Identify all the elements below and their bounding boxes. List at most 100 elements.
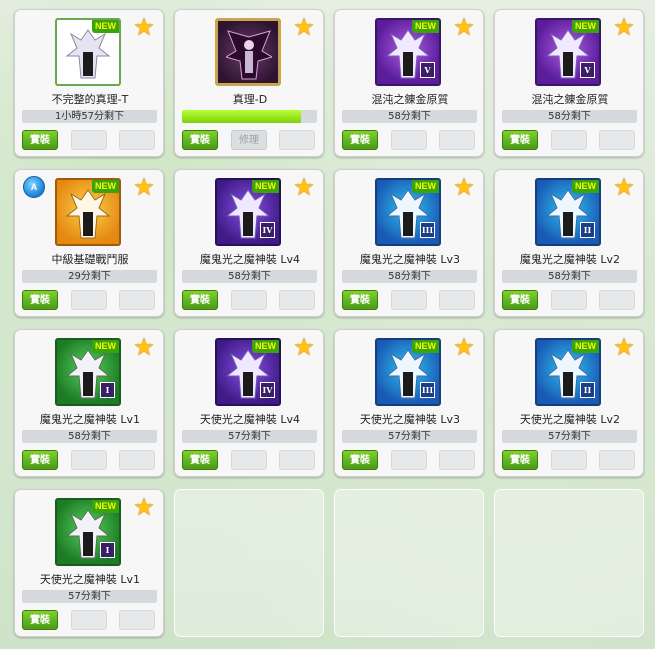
costume-figure-icon (65, 29, 111, 79)
item-card[interactable]: NEW IV ★ 天使光之魔神裝 Lv4 57分剩下 實裝 (174, 329, 324, 477)
item-card[interactable]: NEW I ★ 魔鬼光之魔神裝 Lv1 58分剩下 實裝 (14, 329, 164, 477)
grade-badge: III (420, 222, 435, 238)
item-name: 魔鬼光之魔神裝 Lv2 (519, 253, 621, 266)
star-icon[interactable]: ★ (612, 15, 636, 39)
grade-badge: V (580, 62, 595, 78)
equip-button[interactable]: 實裝 (182, 290, 218, 310)
new-badge: NEW (412, 20, 439, 33)
item-card[interactable]: NEW II ★ 魔鬼光之魔神裝 Lv2 58分剩下 實裝 (494, 169, 644, 317)
star-icon[interactable]: ★ (132, 15, 156, 39)
star-icon[interactable]: ★ (292, 15, 316, 39)
costume-figure-icon (65, 189, 111, 239)
equip-button[interactable]: 實裝 (22, 450, 58, 470)
star-icon[interactable]: ★ (612, 335, 636, 359)
equip-button[interactable]: 實裝 (22, 130, 58, 150)
empty-action-slot (439, 450, 475, 470)
item-card[interactable]: NEW ★ 不完整的真理-T 1小時57分剩下 實裝 (14, 9, 164, 157)
item-thumbnail[interactable]: NEW (55, 178, 121, 246)
item-name: 混沌之錬金原質 (531, 93, 609, 106)
item-card[interactable]: ★ 真理-D 實裝 修理 (174, 9, 324, 157)
item-card[interactable]: NEW A ★ 中級基礎戰鬥服 29分剩下 實裝 (14, 169, 164, 317)
equip-button[interactable]: 實裝 (182, 450, 218, 470)
star-icon[interactable]: ★ (452, 175, 476, 199)
new-badge: NEW (92, 20, 119, 33)
item-name: 中級基礎戰鬥服 (51, 253, 129, 266)
new-badge: NEW (572, 180, 599, 193)
grade-badge: III (420, 382, 435, 398)
item-card[interactable]: NEW V ★ 混沌之錬金原質 58分剩下 實裝 (494, 9, 644, 157)
equip-button[interactable]: 實裝 (22, 290, 58, 310)
empty-action-slot (71, 610, 107, 630)
item-thumbnail[interactable]: NEW I (55, 338, 121, 406)
equip-button[interactable]: 實裝 (182, 130, 218, 150)
item-name: 不完整的真理-T (51, 93, 129, 106)
item-thumbnail[interactable]: NEW I (55, 498, 121, 566)
item-thumbnail[interactable] (215, 18, 281, 86)
equip-button[interactable]: 實裝 (342, 130, 378, 150)
empty-action-slot (391, 450, 427, 470)
star-icon[interactable]: ★ (612, 175, 636, 199)
item-card[interactable]: NEW II ★ 天使光之魔神裝 Lv2 57分剩下 實裝 (494, 329, 644, 477)
item-card[interactable]: NEW I ★ 天使光之魔神裝 Lv1 57分剩下 實裝 (14, 489, 164, 637)
empty-action-slot (551, 450, 587, 470)
star-icon[interactable]: ★ (132, 335, 156, 359)
star-icon[interactable]: ★ (132, 175, 156, 199)
time-remaining: 57分剩下 (22, 590, 157, 603)
empty-action-slot (599, 290, 635, 310)
repair-button[interactable]: 修理 (231, 130, 267, 150)
empty-action-slot (71, 290, 107, 310)
durability-fill (182, 110, 301, 123)
equip-button[interactable]: 實裝 (22, 610, 58, 630)
grade-badge: I (100, 382, 115, 398)
equip-button[interactable]: 實裝 (342, 290, 378, 310)
item-card[interactable]: NEW V ★ 混沌之錬金原質 58分剩下 實裝 (334, 9, 484, 157)
new-badge: NEW (252, 180, 279, 193)
item-card[interactable]: NEW III ★ 魔鬼光之魔神裝 Lv3 58分剩下 實裝 (334, 169, 484, 317)
new-badge: NEW (252, 340, 279, 353)
star-icon[interactable]: ★ (452, 15, 476, 39)
equip-button[interactable]: 實裝 (342, 450, 378, 470)
empty-action-slot (119, 290, 155, 310)
equip-button[interactable]: 實裝 (502, 290, 538, 310)
empty-slot[interactable] (494, 489, 644, 637)
grade-badge: II (580, 382, 595, 398)
item-thumbnail[interactable]: NEW V (535, 18, 601, 86)
grade-badge: IV (260, 222, 275, 238)
grade-badge: IV (260, 382, 275, 398)
star-icon[interactable]: ★ (292, 335, 316, 359)
item-name: 真理-D (232, 93, 268, 106)
time-remaining: 58分剩下 (22, 430, 157, 443)
equip-button[interactable]: 實裝 (502, 450, 538, 470)
item-thumbnail[interactable]: NEW III (375, 338, 441, 406)
item-thumbnail[interactable]: NEW IV (215, 178, 281, 246)
item-thumbnail[interactable]: NEW III (375, 178, 441, 246)
item-name: 魔鬼光之魔神裝 Lv4 (199, 253, 301, 266)
item-thumbnail[interactable]: NEW IV (215, 338, 281, 406)
new-badge: NEW (572, 20, 599, 33)
time-remaining: 58分剩下 (502, 110, 637, 123)
empty-action-slot (71, 130, 107, 150)
item-name: 天使光之魔神裝 Lv2 (519, 413, 621, 426)
star-icon[interactable]: ★ (292, 175, 316, 199)
item-thumbnail[interactable]: NEW (55, 18, 121, 86)
empty-action-slot (119, 610, 155, 630)
empty-slot[interactable] (174, 489, 324, 637)
empty-action-slot (391, 290, 427, 310)
equip-button[interactable]: 實裝 (502, 130, 538, 150)
time-remaining: 57分剩下 (502, 430, 637, 443)
time-remaining: 57分剩下 (182, 430, 317, 443)
time-remaining: 58分剩下 (502, 270, 637, 283)
item-thumbnail[interactable]: NEW V (375, 18, 441, 86)
star-icon[interactable]: ★ (132, 495, 156, 519)
empty-action-slot (119, 450, 155, 470)
empty-action-slot (599, 450, 635, 470)
time-remaining: 58分剩下 (342, 110, 477, 123)
empty-slot[interactable] (334, 489, 484, 637)
star-icon[interactable]: ★ (452, 335, 476, 359)
grade-badge: V (420, 62, 435, 78)
item-card[interactable]: NEW III ★ 天使光之魔神裝 Lv3 57分剩下 實裝 (334, 329, 484, 477)
item-card[interactable]: NEW IV ★ 魔鬼光之魔神裝 Lv4 58分剩下 實裝 (174, 169, 324, 317)
item-thumbnail[interactable]: NEW II (535, 178, 601, 246)
empty-action-slot (279, 290, 315, 310)
item-thumbnail[interactable]: NEW II (535, 338, 601, 406)
